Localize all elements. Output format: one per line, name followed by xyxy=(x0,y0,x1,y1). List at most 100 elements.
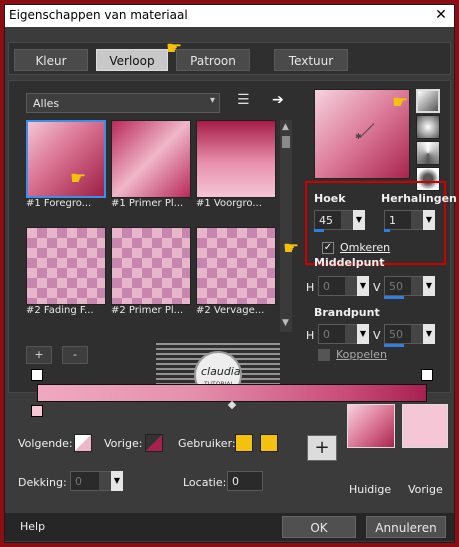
category-dropdown[interactable]: Alles ▾ xyxy=(26,93,220,113)
invert-label: Omkeren xyxy=(340,241,391,254)
scroll-down-icon[interactable]: ▼ xyxy=(282,318,289,328)
previous-swatch[interactable] xyxy=(402,404,448,448)
top-stop-right-marker[interactable] xyxy=(421,369,433,381)
spinner-arrows-icon[interactable] xyxy=(345,325,357,343)
gradient-editor-bar[interactable] xyxy=(37,384,427,402)
prev-color-swatch[interactable] xyxy=(145,434,163,452)
top-stop-left-marker[interactable] xyxy=(31,369,43,381)
chevron-down-icon[interactable]: ▼ xyxy=(357,276,369,296)
chevron-down-icon[interactable]: ▼ xyxy=(423,210,435,230)
scroll-up-icon[interactable]: ▲ xyxy=(282,122,289,132)
focal-label: Brandpunt xyxy=(314,306,380,319)
add-gradient-button[interactable]: + xyxy=(26,346,52,364)
center-h-label: H xyxy=(306,281,315,294)
tab-kleur[interactable]: Kleur xyxy=(14,49,88,71)
focal-v-spinner[interactable]: 50 ▼ xyxy=(384,324,435,344)
chevron-down-icon[interactable]: ▼ xyxy=(423,276,435,296)
gradient-thumbnail[interactable] xyxy=(196,120,276,198)
pointer-hand-icon: ☛ xyxy=(392,92,409,113)
library-menu-icon[interactable]: ☰ xyxy=(237,92,250,108)
window-title: Eigenschappen van materiaal xyxy=(9,8,188,22)
link-checkbox[interactable] xyxy=(318,349,330,361)
center-v-label: V xyxy=(373,281,381,294)
library-item[interactable]: #1 Foregro... xyxy=(26,120,108,209)
spinner-arrows-icon[interactable] xyxy=(411,211,423,229)
center-h-spinner[interactable]: 0 ▼ xyxy=(318,276,369,296)
chevron-down-icon[interactable]: ▼ xyxy=(111,471,123,491)
focal-h-spinner[interactable]: 0 ▼ xyxy=(318,324,369,344)
spinner-arrows-icon[interactable] xyxy=(411,277,423,295)
library-item-label: #1 Primer Pl... xyxy=(111,198,184,209)
gradient-thumbnail[interactable] xyxy=(111,120,191,198)
current-label: Huidige xyxy=(349,483,392,496)
repeats-slider[interactable] xyxy=(384,229,390,232)
gradient-thumbnail[interactable] xyxy=(196,227,276,305)
spinner-arrows-icon[interactable] xyxy=(345,277,357,295)
chevron-down-icon[interactable]: ▼ xyxy=(423,324,435,344)
spinner-arrows-icon[interactable] xyxy=(411,325,423,343)
focal-v-value: 50 xyxy=(389,328,403,341)
rectangular-type-button[interactable] xyxy=(416,115,440,139)
sunburst-type-button[interactable] xyxy=(416,141,440,165)
location-field[interactable]: 0 xyxy=(227,471,263,491)
spinner-arrows-icon[interactable] xyxy=(99,472,111,490)
ok-button[interactable]: OK xyxy=(282,516,356,538)
opacity-value: 0 xyxy=(75,475,82,488)
pointer-hand-icon: ☛ xyxy=(283,238,300,259)
add-to-swatches-button[interactable]: + xyxy=(307,435,337,461)
invert-checkbox[interactable]: ✓ xyxy=(322,242,334,254)
opacity-spinner[interactable]: 0 ▼ xyxy=(70,471,123,491)
angle-spinner[interactable]: 45 ▼ xyxy=(314,210,365,230)
repeats-spinner[interactable]: 1 ▼ xyxy=(384,210,435,230)
color-stop-left-marker[interactable] xyxy=(31,405,43,417)
focal-v-slider[interactable] xyxy=(384,344,404,347)
library-item[interactable]: #2 Primer Pl... xyxy=(111,227,193,316)
tab-verloop[interactable]: Verloop xyxy=(96,49,168,71)
arrow-right-icon[interactable]: ➔ xyxy=(272,92,284,108)
center-v-value: 50 xyxy=(389,280,403,293)
center-v-slider[interactable] xyxy=(384,296,404,299)
gradient-thumbnail[interactable] xyxy=(26,120,106,198)
location-value: 0 xyxy=(232,475,239,488)
center-label: Middelpunt xyxy=(314,256,385,269)
previous-label: Vorige xyxy=(408,483,443,496)
focal-v-label: V xyxy=(373,329,381,342)
library-item-label: #2 Vervage... xyxy=(196,305,265,316)
library-scrollbar[interactable]: ▲ ▼ xyxy=(280,120,292,332)
chevron-down-icon[interactable]: ▼ xyxy=(353,210,365,230)
cancel-button[interactable]: Annuleren xyxy=(366,516,446,538)
chevron-down-icon[interactable]: ▼ xyxy=(357,324,369,344)
remove-gradient-button[interactable]: - xyxy=(62,346,88,364)
opacity-label: Dekking: xyxy=(18,476,67,489)
library-item[interactable]: #1 Primer Pl... xyxy=(111,120,193,209)
current-swatch[interactable] xyxy=(347,404,395,448)
pointer-hand-icon: ☛ xyxy=(166,38,183,59)
tab-patroon[interactable]: Patroon xyxy=(176,49,250,71)
next-color-swatch[interactable] xyxy=(74,434,92,452)
library-item-label: #1 Voorgro... xyxy=(196,198,262,209)
help-button[interactable]: Help xyxy=(20,520,45,533)
library-item[interactable]: #2 Fading F... xyxy=(26,227,108,316)
angle-value: 45 xyxy=(319,214,333,227)
spinner-arrows-icon[interactable] xyxy=(341,211,353,229)
user-color-swatch-2[interactable] xyxy=(260,434,278,452)
library-item-label: #2 Fading F... xyxy=(26,305,94,316)
linear-type-button[interactable] xyxy=(416,89,440,113)
focal-h-value: 0 xyxy=(323,328,330,341)
repeats-label: Herhalingen xyxy=(381,192,457,205)
close-button[interactable]: ✕ xyxy=(432,6,450,24)
library-item[interactable]: #2 Vervage... xyxy=(196,227,278,316)
angle-slider[interactable] xyxy=(314,229,324,232)
location-label: Locatie: xyxy=(183,476,227,489)
prev-label: Vorige: xyxy=(104,437,143,450)
repeats-value: 1 xyxy=(389,214,396,227)
library-item[interactable]: #1 Voorgro... xyxy=(196,120,278,209)
user-color-swatch[interactable] xyxy=(235,434,253,452)
scrollbar-thumb[interactable] xyxy=(282,136,290,148)
library-item-label: #2 Primer Pl... xyxy=(111,305,184,316)
tab-textuur[interactable]: Textuur xyxy=(274,49,348,71)
pointer-hand-icon: ☛ xyxy=(70,168,87,189)
gradient-thumbnail[interactable] xyxy=(26,227,106,305)
center-v-spinner[interactable]: 50 ▼ xyxy=(384,276,435,296)
gradient-thumbnail[interactable] xyxy=(111,227,191,305)
